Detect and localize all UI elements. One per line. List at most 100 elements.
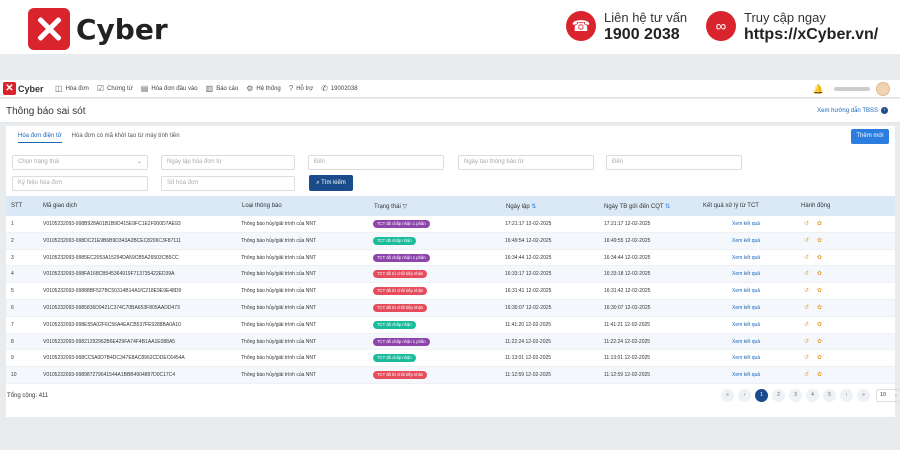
table-row[interactable]: 7 V0105232093-998E55A02F6C56A4EACB537FE92…	[6, 317, 895, 334]
table-row[interactable]: 9 V0105232093-998CC5A0D7B4DC347E8AC8962CD…	[6, 350, 895, 368]
header-status-label: Trạng thái	[374, 204, 401, 210]
header-type: Loại thông báo	[242, 203, 282, 209]
cell-sent: 11:41:21 12-02-2025	[604, 321, 651, 328]
cell-type: Thông báo hủy/giải trình của NNT	[241, 372, 317, 379]
web-value[interactable]: https://xCyber.vn/	[744, 26, 878, 43]
settings-icon[interactable]: ✿	[817, 354, 822, 361]
table-row[interactable]: 6 V0105232093-9985836D9421C374C70BA653F80…	[6, 299, 895, 317]
report-icon: ▥	[205, 84, 214, 93]
app-logo[interactable]: ✕ Cyber	[3, 82, 55, 95]
tab-hoa-don-may-tinh-tien[interactable]: Hóa đơn có mã khởi tạo từ máy tính tiền	[72, 133, 180, 143]
view-result-link[interactable]: Xem kết quả	[732, 339, 760, 345]
page-button[interactable]: ›	[840, 389, 853, 402]
nav-item-bao-cao[interactable]: ▥ Báo cáo	[206, 84, 239, 93]
table-row[interactable]: 3 V0105232093-9985EC2053A15294DA59CB5A265…	[6, 250, 895, 267]
view-result-link[interactable]: Xem kết quả	[732, 322, 760, 328]
settings-icon[interactable]: ✿	[817, 220, 822, 227]
page-button[interactable]: »	[857, 389, 870, 402]
view-result-link[interactable]: Xem kết quả	[732, 221, 760, 227]
page-size-select[interactable]: 10 ⌄	[876, 389, 900, 402]
table-row[interactable]: 4 V0105232093-998FA168CB545364919F7137354…	[6, 266, 895, 284]
table-row[interactable]: 1 V0105232093-998B928A01B1B9D415E9FC1E2F0…	[6, 216, 895, 233]
cell-type: Thông báo hủy/giải trình của NNT	[241, 321, 317, 328]
box-icon: ◫	[55, 84, 63, 93]
invoice-date-to-input[interactable]: Đến	[308, 155, 444, 170]
page-button[interactable]: 4	[806, 389, 819, 402]
settings-icon[interactable]: ✿	[817, 304, 822, 311]
view-result-link[interactable]: Xem kết quả	[732, 271, 760, 277]
cell-type: Thông báo hủy/giải trình của NNT	[241, 221, 317, 227]
nav-item-hoa-don-dau-vao[interactable]: ▤ Hóa đơn đầu vào	[141, 84, 198, 93]
avatar[interactable]	[876, 82, 890, 96]
page-button[interactable]: 3	[789, 389, 802, 402]
status-select[interactable]: Chọn trạng thái ⌄	[12, 155, 148, 170]
header-created[interactable]: Ngày lập ⇅	[506, 203, 536, 210]
cell-code: V0105232093-998CC5A0D7B4DC347E8AC8962CDD…	[43, 355, 185, 362]
nav-item-hoa-don[interactable]: ◫ Hóa đơn	[55, 84, 89, 93]
chevron-right-icon: ›	[881, 107, 888, 114]
view-result-link[interactable]: Xem kết quả	[732, 305, 760, 311]
settings-icon[interactable]: ✿	[817, 338, 822, 345]
settings-icon[interactable]: ✿	[817, 321, 822, 328]
phone-label: Liên hệ tư vấn	[604, 10, 688, 25]
cell-code: V0105232093-998FA168CB545364919F71373542…	[43, 271, 175, 278]
cell-sent: 11:13:01 12-02-2025	[604, 355, 651, 362]
page-button[interactable]: 2	[772, 389, 785, 402]
status-badge: TCT đã chấp nhận 1 phần	[373, 337, 430, 346]
page-button[interactable]: «	[721, 389, 734, 402]
history-icon[interactable]: ↺	[804, 287, 809, 294]
cell-sent: 16:34:44 12-02-2025	[604, 254, 651, 261]
table-row[interactable]: 2 V0105232093-998DC21E9B6B9D343A2BCEC8206…	[6, 232, 895, 250]
history-icon[interactable]: ↺	[804, 304, 809, 311]
invoice-number-input[interactable]: Số hóa đơn	[161, 176, 295, 191]
invoice-date-from-input[interactable]: Ngày lập hóa đơn từ	[161, 155, 295, 170]
search-button[interactable]: ⌕ Tìm kiếm	[309, 175, 353, 191]
table-row[interactable]: 10 V0105232093-998987279641544A1BBB490489…	[6, 367, 895, 384]
history-icon[interactable]: ↺	[804, 270, 809, 277]
history-icon[interactable]: ↺	[804, 220, 809, 227]
notice-date-from-input[interactable]: Ngày tạo thông báo từ	[458, 155, 594, 170]
header-status[interactable]: Trạng thái ▽	[374, 203, 407, 210]
nav-item-he-thong[interactable]: ⚙ Hệ thống	[246, 84, 281, 93]
view-result-link[interactable]: Xem kết quả	[732, 238, 760, 244]
nav-item-hotline[interactable]: ✆ 19002038	[321, 84, 357, 93]
header-sent[interactable]: Ngày TB gửi đến CQT ⇅	[604, 203, 670, 210]
history-icon[interactable]: ↺	[804, 321, 809, 328]
view-result-link[interactable]: Xem kết quả	[732, 255, 760, 261]
history-icon[interactable]: ↺	[804, 237, 809, 244]
guide-link[interactable]: Xem hướng dẫn TBSS ›	[817, 107, 888, 114]
history-icon[interactable]: ↺	[804, 371, 809, 378]
cell-code: V0105232093-99821292962B6E429FA74F4B1AA1…	[43, 338, 176, 345]
nav-item-chung-tu[interactable]: ☑ Chứng từ	[97, 84, 133, 93]
cell-sent: 16:33:18 12-02-2025	[604, 271, 651, 278]
cell-type: Thông báo hủy/giải trình của NNT	[241, 355, 317, 362]
cell-created: 11:12:59 12-02-2025	[505, 372, 552, 379]
bell-icon[interactable]: 🔔	[813, 84, 824, 95]
view-result-link[interactable]: Xem kết quả	[732, 372, 760, 378]
status-badge: TCT đã chấp nhận	[373, 354, 416, 363]
user-name-placeholder	[834, 87, 870, 91]
table-row[interactable]: 8 V0105232093-99821292962B6E429FA74F4B1AA…	[6, 333, 895, 351]
notice-date-to-input[interactable]: Đến	[606, 155, 742, 170]
page-button[interactable]: 1	[755, 389, 768, 402]
add-new-button[interactable]: Thêm mới	[851, 129, 889, 144]
page-button[interactable]: ‹	[738, 389, 751, 402]
settings-icon[interactable]: ✿	[817, 287, 822, 294]
invoice-symbol-input[interactable]: Ký hiệu hóa đơn	[12, 176, 148, 191]
history-icon[interactable]: ↺	[804, 254, 809, 261]
page-button[interactable]: 5	[823, 389, 836, 402]
table-row[interactable]: 5 V0105232093-99888BF527BC50314B14A1fC218…	[6, 283, 895, 300]
settings-icon[interactable]: ✿	[817, 237, 822, 244]
tab-hoa-don-dien-tu[interactable]: Hóa đơn điện tử	[18, 133, 62, 143]
history-icon[interactable]: ↺	[804, 354, 809, 361]
settings-icon[interactable]: ✿	[817, 371, 822, 378]
history-icon[interactable]: ↺	[804, 338, 809, 345]
header-created-label: Ngày lập	[506, 204, 530, 210]
cyber-logo-icon	[28, 8, 70, 50]
cell-stt: 3	[11, 254, 14, 261]
settings-icon[interactable]: ✿	[817, 270, 822, 277]
view-result-link[interactable]: Xem kết quả	[732, 355, 760, 361]
nav-item-ho-tro[interactable]: ? Hỗ trợ	[289, 84, 313, 93]
settings-icon[interactable]: ✿	[817, 254, 822, 261]
view-result-link[interactable]: Xem kết quả	[732, 288, 760, 294]
